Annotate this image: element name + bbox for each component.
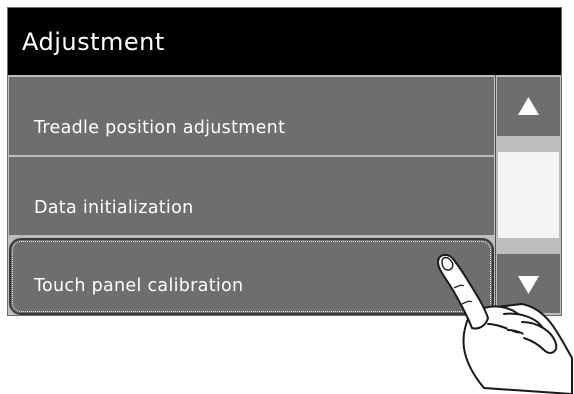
menu-item-label: Data initialization bbox=[34, 198, 194, 218]
menu-item-data-initialization[interactable]: Data initialization bbox=[9, 157, 494, 235]
menu-item-treadle-position-adjustment[interactable]: Treadle position adjustment bbox=[9, 77, 494, 155]
triangle-up-icon bbox=[518, 97, 539, 115]
screen-title: Adjustment bbox=[22, 28, 165, 56]
menu-item-label: Treadle position adjustment bbox=[34, 118, 286, 138]
menu-item-label: Touch panel calibration bbox=[34, 276, 244, 296]
title-bar: Adjustment bbox=[8, 8, 561, 75]
menu-list: Treadle position adjustment Data initial… bbox=[8, 75, 495, 315]
scroll-up-button[interactable] bbox=[497, 77, 560, 136]
menu-item-touch-panel-calibration[interactable]: Touch panel calibration bbox=[9, 238, 494, 315]
hand-pointer-icon bbox=[437, 254, 573, 394]
scroll-track[interactable] bbox=[497, 138, 560, 252]
scroll-thumb[interactable] bbox=[498, 152, 559, 238]
